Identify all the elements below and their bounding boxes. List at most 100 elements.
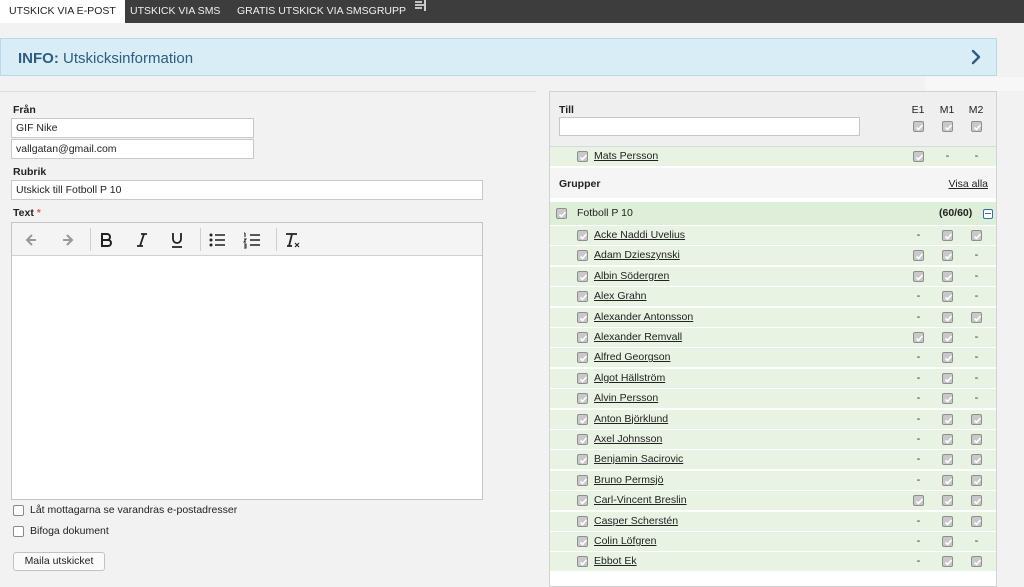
attach-document-checkbox[interactable] bbox=[13, 525, 24, 537]
member-name[interactable]: Alex Grahn bbox=[594, 290, 647, 302]
member-m2-checkbox[interactable] bbox=[971, 434, 982, 445]
member-name[interactable]: Algot Hällström bbox=[594, 372, 665, 384]
individual-recipient-name[interactable]: Mats Persson bbox=[594, 150, 658, 162]
tab-sms-group[interactable]: GRATIS UTSKICK VIA SMSGRUPP bbox=[228, 0, 437, 23]
italic-icon[interactable] bbox=[132, 230, 152, 250]
member-m2-checkbox[interactable] bbox=[971, 413, 982, 425]
member-name[interactable]: Bruno Permsjö bbox=[594, 474, 663, 486]
member-select-checkbox[interactable] bbox=[577, 393, 588, 405]
member-m1-checkbox[interactable] bbox=[942, 291, 953, 303]
individual-m2-checkbox: - bbox=[974, 150, 979, 162]
numbered-list-icon[interactable] bbox=[242, 230, 262, 250]
member-m1-checkbox[interactable] bbox=[942, 413, 953, 425]
member-select-checkbox[interactable] bbox=[577, 434, 588, 445]
member-select-checkbox[interactable] bbox=[577, 372, 588, 384]
member-select-checkbox[interactable] bbox=[577, 250, 588, 262]
member-name[interactable]: Adam Dzieszynski bbox=[594, 249, 680, 261]
undo-icon[interactable] bbox=[22, 230, 42, 250]
member-m2-checkbox[interactable] bbox=[971, 474, 982, 486]
member-m1-checkbox[interactable] bbox=[942, 454, 953, 466]
collapse-group-icon[interactable] bbox=[983, 209, 993, 219]
member-m1-checkbox[interactable] bbox=[942, 434, 953, 445]
member-select-checkbox[interactable] bbox=[577, 291, 588, 303]
individual-select-checkbox[interactable] bbox=[577, 151, 588, 162]
chevron-right-icon[interactable] bbox=[969, 49, 983, 65]
member-m1-checkbox[interactable] bbox=[942, 536, 953, 547]
member-select-checkbox[interactable] bbox=[577, 352, 588, 364]
member-name[interactable]: Axel Johnsson bbox=[594, 433, 662, 445]
subject-field[interactable]: Utskick till Fotboll P 10 bbox=[11, 180, 483, 200]
member-m1-checkbox[interactable] bbox=[942, 556, 953, 568]
member-name[interactable]: Carl-Vincent Breslin bbox=[594, 494, 687, 506]
from-name-field[interactable]: GIF Nike bbox=[11, 118, 254, 138]
underline-icon[interactable] bbox=[167, 230, 187, 250]
member-m2-checkbox[interactable] bbox=[971, 230, 982, 241]
member-select-checkbox[interactable] bbox=[577, 556, 588, 568]
member-e1-checkbox[interactable] bbox=[913, 270, 924, 282]
individual-e1-checkbox[interactable] bbox=[913, 151, 924, 162]
member-e1-checkbox[interactable] bbox=[913, 250, 924, 262]
member-e1-checkbox: - bbox=[916, 453, 921, 466]
redo-icon[interactable] bbox=[57, 230, 77, 250]
member-m1-checkbox[interactable] bbox=[942, 352, 953, 364]
member-name[interactable]: Colin Löfgren bbox=[594, 535, 656, 547]
bold-icon[interactable] bbox=[96, 230, 116, 250]
member-select-checkbox[interactable] bbox=[577, 270, 588, 282]
member-select-checkbox[interactable] bbox=[577, 536, 588, 547]
member-m1-checkbox[interactable] bbox=[942, 270, 953, 282]
info-bar[interactable]: INFO: Utskicksinformation bbox=[0, 38, 997, 76]
member-name[interactable]: Acke Naddi Uvelius bbox=[594, 229, 685, 241]
member-m1-checkbox[interactable] bbox=[942, 250, 953, 262]
group-select-checkbox[interactable] bbox=[556, 208, 567, 219]
attach-document-option[interactable]: Bifoga dokument bbox=[13, 525, 109, 539]
member-m1-checkbox[interactable] bbox=[942, 230, 953, 241]
member-select-checkbox[interactable] bbox=[577, 332, 588, 343]
member-name[interactable]: Alvin Persson bbox=[594, 392, 658, 404]
member-m1-checkbox[interactable] bbox=[942, 311, 953, 323]
header-e1-checkbox[interactable] bbox=[913, 121, 924, 132]
show-all-link[interactable]: Visa alla bbox=[949, 178, 989, 190]
header-m2-checkbox[interactable] bbox=[971, 121, 982, 132]
member-e1-checkbox[interactable] bbox=[913, 332, 924, 343]
clear-format-icon[interactable] bbox=[282, 230, 302, 250]
member-select-checkbox[interactable] bbox=[577, 454, 588, 466]
member-m2-checkbox[interactable] bbox=[971, 495, 982, 507]
show-addresses-checkbox[interactable] bbox=[13, 504, 24, 516]
member-name[interactable]: Alfred Georgson bbox=[594, 351, 670, 363]
member-name[interactable]: Benjamin Sacirovic bbox=[594, 453, 683, 465]
member-select-checkbox[interactable] bbox=[577, 413, 588, 425]
from-email-field[interactable]: vallgatan@gmail.com bbox=[11, 139, 254, 159]
member-m1-checkbox[interactable] bbox=[942, 332, 953, 343]
tab-email[interactable]: UTSKICK VIA E-POST bbox=[0, 0, 125, 23]
send-mail-button[interactable]: Maila utskicket bbox=[13, 552, 105, 571]
member-select-checkbox[interactable] bbox=[577, 495, 588, 507]
member-m2-checkbox[interactable] bbox=[971, 311, 982, 323]
member-select-checkbox[interactable] bbox=[577, 230, 588, 241]
member-m1-checkbox[interactable] bbox=[942, 495, 953, 507]
groups-header: Grupper Visa alla bbox=[550, 168, 996, 198]
member-name[interactable]: Casper Scherstén bbox=[594, 515, 678, 527]
member-m2-checkbox[interactable] bbox=[971, 556, 982, 568]
member-select-checkbox[interactable] bbox=[577, 474, 588, 486]
member-m1-checkbox[interactable] bbox=[942, 393, 953, 405]
member-select-checkbox[interactable] bbox=[577, 515, 588, 527]
member-name[interactable]: Anton Björklund bbox=[594, 413, 668, 425]
header-m1-checkbox[interactable] bbox=[942, 121, 953, 132]
member-m1-checkbox[interactable] bbox=[942, 515, 953, 527]
rich-text-editor[interactable] bbox=[11, 222, 483, 500]
member-name[interactable]: Alexander Remvall bbox=[594, 331, 682, 343]
info-prefix: INFO: bbox=[18, 50, 59, 67]
show-addresses-option[interactable]: Låt mottagarna se varandras e-postadress… bbox=[13, 504, 237, 518]
member-m2-checkbox[interactable] bbox=[971, 454, 982, 466]
member-e1-checkbox[interactable] bbox=[913, 495, 924, 507]
member-name[interactable]: Alexander Antonsson bbox=[594, 311, 693, 323]
bullet-list-icon[interactable] bbox=[207, 230, 227, 250]
member-select-checkbox[interactable] bbox=[577, 311, 588, 323]
member-name[interactable]: Ebbot Ek bbox=[594, 555, 637, 567]
recipient-search-input[interactable] bbox=[559, 117, 860, 136]
member-name[interactable]: Albin Södergren bbox=[594, 270, 669, 282]
member-m2-checkbox[interactable] bbox=[971, 515, 982, 527]
member-m1-checkbox[interactable] bbox=[942, 474, 953, 486]
member-m1-checkbox[interactable] bbox=[942, 372, 953, 384]
tab-sms[interactable]: UTSKICK VIA SMS bbox=[121, 0, 229, 23]
